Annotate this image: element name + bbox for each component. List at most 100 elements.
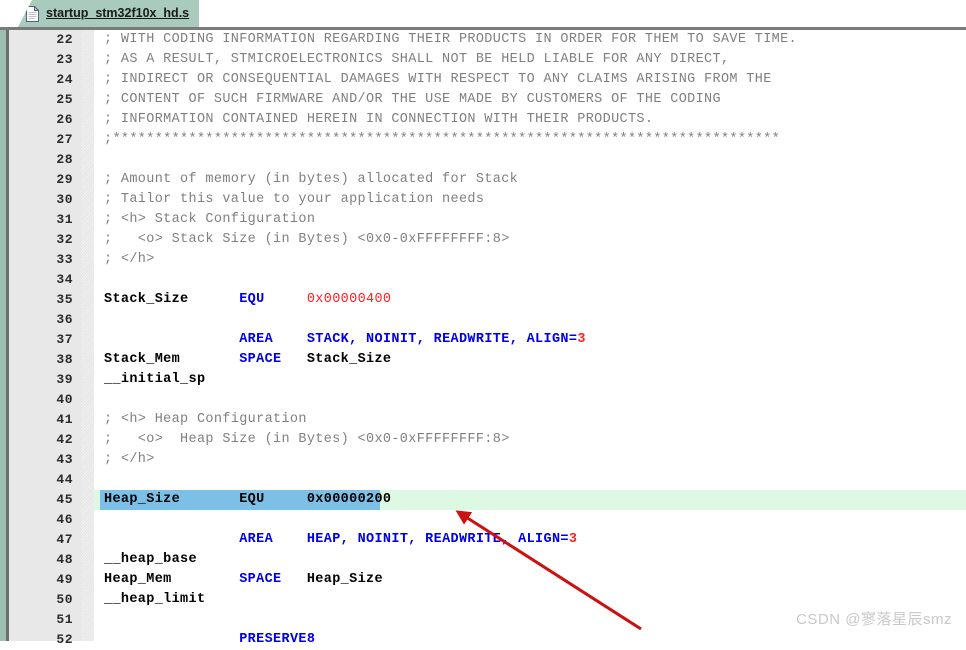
line-number: 22 xyxy=(56,32,73,47)
line-number: 41 xyxy=(56,412,73,427)
code-line[interactable]: 24 ; INDIRECT OR CONSEQUENTIAL DAMAGES WI… xyxy=(0,70,966,90)
code-token: 3 xyxy=(577,332,586,347)
code-line[interactable]: 25 ; CONTENT OF SUCH FIRMWARE AND/OR THE … xyxy=(0,90,966,110)
code-line[interactable]: 48 __heap_base xyxy=(0,550,966,570)
code-token: AREA xyxy=(239,532,274,547)
code-line[interactable]: 36 xyxy=(0,310,966,330)
code-line[interactable]: 38 Stack_Mem SPACE Stack_Size xyxy=(0,350,966,370)
code-line[interactable]: 28 xyxy=(0,150,966,170)
code-line-text[interactable]: ; WITH CODING INFORMATION REGARDING THEI… xyxy=(104,30,797,50)
line-number: 25 xyxy=(56,92,73,107)
code-line[interactable]: 43 ; </h> xyxy=(0,450,966,470)
code-line[interactable]: 26 ; INFORMATION CONTAINED HEREIN IN CONN… xyxy=(0,110,966,130)
code-line-text[interactable]: ; AS A RESULT, STMICROELECTRONICS SHALL … xyxy=(104,50,729,70)
code-line[interactable]: 29 ; Amount of memory (in bytes) allocate… xyxy=(0,170,966,190)
code-line[interactable]: 35 Stack_Size EQU 0x00000400 xyxy=(0,290,966,310)
code-token: 0x00000400 xyxy=(306,292,392,307)
line-number: 31 xyxy=(56,212,73,227)
code-line[interactable]: 40 xyxy=(0,390,966,410)
code-line-text[interactable]: PRESERVE8 xyxy=(104,630,315,650)
code-token: ; AS A RESULT, STMICROELECTRONICS SHALL … xyxy=(104,52,730,67)
code-line-text[interactable]: ; INFORMATION CONTAINED HEREIN IN CONNEC… xyxy=(104,110,653,130)
code-line[interactable]: 32 ; <o> Stack Size (in Bytes) <0x0-0xFFF… xyxy=(0,230,966,250)
code-line[interactable]: 30 ; Tailor this value to your applicatio… xyxy=(0,190,966,210)
code-line[interactable]: 52 PRESERVE8 xyxy=(0,630,966,650)
code-line-text[interactable]: __heap_base xyxy=(104,550,197,570)
watermark-label: CSDN @寥落星辰smz xyxy=(796,611,952,628)
code-token: 0x00000200 xyxy=(306,492,392,507)
code-line-text[interactable]: ; <o> Heap Size (in Bytes) <0x0-0xFFFFFF… xyxy=(104,430,510,450)
code-line-text[interactable]: __initial_sp xyxy=(104,370,205,390)
code-line[interactable]: 44 xyxy=(0,470,966,490)
code-line-text[interactable]: Stack_Size EQU 0x00000400 xyxy=(104,290,391,310)
line-number: 49 xyxy=(56,572,73,587)
code-token: ; </h> xyxy=(104,252,155,267)
code-token: ; <o> Heap Size (in Bytes) <0x0-0xFFFFFF… xyxy=(104,432,510,447)
line-number: 35 xyxy=(56,292,73,307)
line-number: 46 xyxy=(56,512,73,527)
code-token: __initial_sp xyxy=(104,372,206,387)
line-number: 30 xyxy=(56,192,73,207)
code-token: AREA xyxy=(239,332,274,347)
line-number: 52 xyxy=(56,632,73,647)
line-number: 45 xyxy=(56,492,73,507)
document-icon xyxy=(26,5,39,22)
line-number: 51 xyxy=(56,612,73,627)
code-line[interactable]: 45 Heap_Size EQU 0x00000200 xyxy=(0,490,966,510)
code-token: ; <o> Stack Size (in Bytes) <0x0-0xFFFFF… xyxy=(104,232,510,247)
editor-tab-startup-file[interactable]: startup_stm32f10x_hd.s xyxy=(18,0,200,27)
code-line-text[interactable]: Heap_Mem SPACE Heap_Size xyxy=(104,570,383,590)
code-line-text[interactable]: ; Amount of memory (in bytes) allocated … xyxy=(104,170,518,190)
code-token: Stack_Size xyxy=(104,292,240,307)
code-line[interactable]: 33 ; </h> xyxy=(0,250,966,270)
code-line[interactable]: 42 ; <o> Heap Size (in Bytes) <0x0-0xFFFF… xyxy=(0,430,966,450)
line-number: 26 xyxy=(56,112,73,127)
code-token: STACK, NOINIT, READWRITE, ALIGN= xyxy=(306,332,578,347)
line-number: 23 xyxy=(56,52,73,67)
code-line-text[interactable]: ; <h> Stack Configuration xyxy=(104,210,315,230)
code-line-text[interactable]: ;***************************************… xyxy=(104,130,780,150)
line-number: 39 xyxy=(56,372,73,387)
code-token: ; Amount of memory (in bytes) allocated … xyxy=(104,172,519,187)
code-line[interactable]: 46 xyxy=(0,510,966,530)
code-line[interactable]: 27 ;*************************************… xyxy=(0,130,966,150)
code-line-text[interactable]: Heap_Size EQU 0x00000200 xyxy=(104,490,391,510)
tab-filename-label: startup_stm32f10x_hd.s xyxy=(46,6,190,20)
code-line[interactable]: 31 ; <h> Stack Configuration xyxy=(0,210,966,230)
line-number: 34 xyxy=(56,272,73,287)
code-line-text[interactable]: ; CONTENT OF SUCH FIRMWARE AND/OR THE US… xyxy=(104,90,721,110)
code-line[interactable]: 39 __initial_sp xyxy=(0,370,966,390)
code-line[interactable]: 23 ; AS A RESULT, STMICROELECTRONICS SHAL… xyxy=(0,50,966,70)
code-token: SPACE xyxy=(239,352,282,367)
code-line-text[interactable]: AREA STACK, NOINIT, READWRITE, ALIGN=3 xyxy=(104,330,586,350)
code-token: ; WITH CODING INFORMATION REGARDING THEI… xyxy=(104,32,798,47)
code-line-text[interactable]: ; Tailor this value to your application … xyxy=(104,190,484,210)
code-token: ; INFORMATION CONTAINED HEREIN IN CONNEC… xyxy=(104,112,654,127)
code-line[interactable]: 50 __heap_limit xyxy=(0,590,966,610)
code-line-text[interactable]: __heap_limit xyxy=(104,590,205,610)
line-number: 28 xyxy=(56,152,73,167)
code-line-text[interactable]: ; <h> Heap Configuration xyxy=(104,410,307,430)
code-line-text[interactable]: ; </h> xyxy=(104,250,155,270)
code-line[interactable]: 34 xyxy=(0,270,966,290)
line-number: 42 xyxy=(56,432,73,447)
code-line-text[interactable]: Stack_Mem SPACE Stack_Size xyxy=(104,350,391,370)
code-line-text[interactable]: ; INDIRECT OR CONSEQUENTIAL DAMAGES WITH… xyxy=(104,70,772,90)
code-line-text[interactable]: ; <o> Stack Size (in Bytes) <0x0-0xFFFFF… xyxy=(104,230,510,250)
code-token: Heap_Size xyxy=(104,492,240,507)
code-line[interactable]: 22 ; WITH CODING INFORMATION REGARDING TH… xyxy=(0,30,966,50)
code-line-text[interactable]: ; </h> xyxy=(104,450,155,470)
code-line[interactable]: 41 ; <h> Heap Configuration xyxy=(0,410,966,430)
line-number: 37 xyxy=(56,332,73,347)
code-line[interactable]: 49 Heap_Mem SPACE Heap_Size xyxy=(0,570,966,590)
code-token: 3 xyxy=(568,532,578,547)
code-line[interactable]: 47 AREA HEAP, NOINIT, READWRITE, ALIGN=3 xyxy=(0,530,966,550)
code-line-text[interactable]: AREA HEAP, NOINIT, READWRITE, ALIGN=3 xyxy=(104,530,577,550)
code-line[interactable]: 37 AREA STACK, NOINIT, READWRITE, ALIGN=… xyxy=(0,330,966,350)
